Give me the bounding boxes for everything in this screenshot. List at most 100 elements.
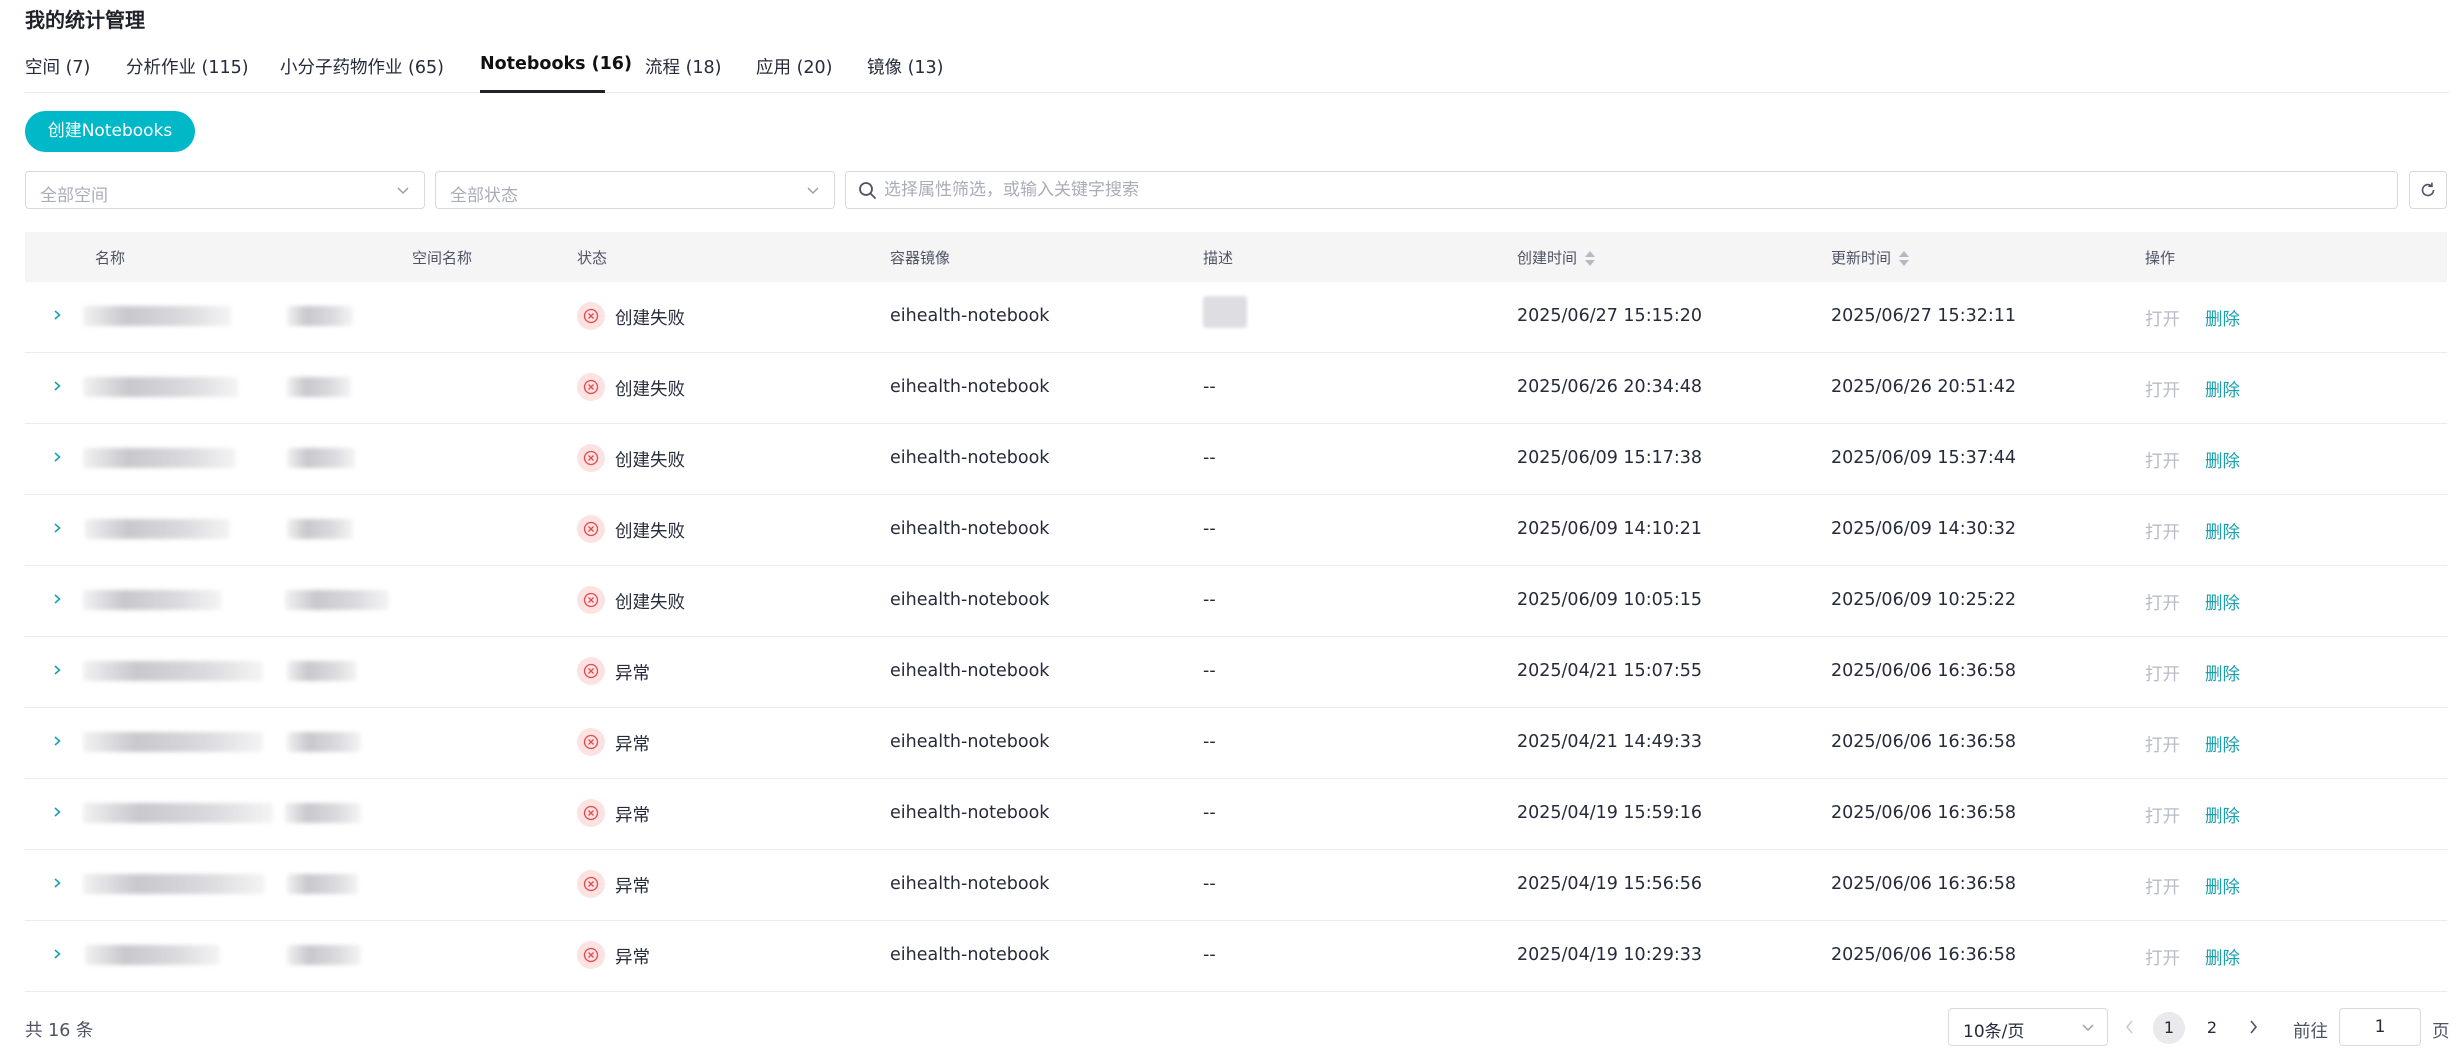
open-button[interactable]: 打开 — [2145, 803, 2180, 828]
open-button[interactable]: 打开 — [2145, 448, 2180, 473]
refresh-button[interactable] — [2409, 171, 2447, 209]
space-filter-placeholder: 全部空间 — [40, 186, 108, 206]
open-button[interactable]: 打开 — [2145, 732, 2180, 757]
updated-time-label: 更新时间 — [1831, 249, 1892, 267]
image-cell: eihealth-notebook — [890, 448, 1050, 468]
space-filter-select[interactable]: 全部空间 — [25, 171, 425, 209]
name-redacted — [85, 945, 220, 965]
page-size-select[interactable]: 10条/页 — [1948, 1008, 2108, 1046]
table-body: 创建失败 eihealth-notebook 2025/06/27 15:15:20… — [25, 282, 2447, 992]
open-button[interactable]: 打开 — [2145, 945, 2180, 970]
delete-button[interactable]: 删除 — [2205, 590, 2240, 615]
name-redacted — [83, 874, 265, 894]
created-time-cell: 2025/04/21 15:07:55 — [1517, 661, 1703, 681]
open-button[interactable]: 打开 — [2145, 874, 2180, 899]
space-name-redacted — [287, 874, 358, 894]
name-redacted — [83, 590, 221, 610]
name-redacted — [85, 519, 230, 539]
delete-button[interactable]: 删除 — [2205, 874, 2240, 899]
chevron-down-icon — [2082, 1024, 2094, 1032]
delete-button[interactable]: 删除 — [2205, 661, 2240, 686]
delete-button[interactable]: 删除 — [2205, 519, 2240, 544]
open-button[interactable]: 打开 — [2145, 590, 2180, 615]
image-cell: eihealth-notebook — [890, 803, 1050, 823]
chevron-right-icon[interactable] — [51, 876, 63, 890]
open-button[interactable]: 打开 — [2145, 377, 2180, 402]
table-row: 创建失败 eihealth-notebook 2025/06/27 15:15:20… — [25, 282, 2447, 353]
tab-applications[interactable]: 应用 (20) — [756, 54, 833, 79]
chevron-right-icon[interactable] — [51, 947, 63, 961]
search-input[interactable] — [884, 172, 2384, 208]
tab-small-molecule-jobs[interactable]: 小分子药物作业 (65) — [280, 54, 444, 79]
column-header-image: 容器镜像 — [890, 249, 951, 267]
tab-images[interactable]: 镜像 (13) — [867, 54, 944, 79]
delete-button[interactable]: 删除 — [2205, 945, 2240, 970]
tab-analysis-jobs[interactable]: 分析作业 (115) — [126, 54, 249, 79]
space-name-redacted — [287, 732, 361, 752]
open-button[interactable]: 打开 — [2145, 661, 2180, 686]
chevron-right-icon[interactable] — [51, 308, 63, 322]
created-time-cell: 2025/06/09 14:10:21 — [1517, 519, 1703, 539]
status-filter-select[interactable]: 全部状态 — [435, 171, 835, 209]
tab-spaces[interactable]: 空间 (7) — [25, 54, 90, 79]
tab-pipelines[interactable]: 流程 (18) — [645, 54, 722, 79]
chevron-right-icon[interactable] — [51, 663, 63, 677]
delete-button[interactable]: 删除 — [2205, 306, 2240, 331]
search-icon — [859, 182, 876, 199]
updated-time-cell: 2025/06/27 15:32:11 — [1831, 306, 2017, 326]
table-row: 异常 eihealth-notebook -- 2025/04/19 10:29:33… — [25, 921, 2447, 992]
active-tab-indicator — [480, 90, 605, 93]
chevron-right-icon[interactable] — [51, 592, 63, 606]
description-redacted — [1203, 296, 1247, 328]
column-header-created-time[interactable]: 创建时间 — [1517, 247, 1596, 268]
column-header-updated-time[interactable]: 更新时间 — [1831, 247, 1910, 268]
created-time-cell: 2025/06/09 10:05:15 — [1517, 590, 1703, 610]
sort-icon[interactable] — [1899, 250, 1910, 267]
name-redacted — [83, 803, 273, 823]
page-2-button[interactable]: 2 — [2196, 1012, 2228, 1044]
description-cell: -- — [1203, 874, 1216, 894]
name-redacted — [83, 306, 231, 326]
created-time-cell: 2025/04/19 10:29:33 — [1517, 945, 1703, 965]
table-row: 异常 eihealth-notebook -- 2025/04/19 15:56:56… — [25, 850, 2447, 921]
chevron-right-icon[interactable] — [51, 805, 63, 819]
chevron-right-icon[interactable] — [51, 450, 63, 464]
space-name-redacted — [285, 803, 361, 823]
name-redacted — [83, 732, 263, 752]
tab-notebooks[interactable]: Notebooks (16) — [480, 54, 632, 74]
search-box — [845, 171, 2398, 209]
open-button[interactable]: 打开 — [2145, 519, 2180, 544]
next-page-icon[interactable] — [2245, 1018, 2261, 1036]
chevron-right-icon[interactable] — [51, 734, 63, 748]
sort-icon[interactable] — [1585, 250, 1596, 267]
status-text: 异常 — [615, 877, 650, 897]
delete-button[interactable]: 删除 — [2205, 448, 2240, 473]
error-circle-icon — [577, 302, 605, 330]
prev-page-icon[interactable] — [2122, 1018, 2138, 1036]
table-row: 异常 eihealth-notebook -- 2025/04/21 15:07:55… — [25, 637, 2447, 708]
create-notebooks-button[interactable]: 创建Notebooks — [25, 111, 195, 152]
open-button[interactable]: 打开 — [2145, 306, 2180, 331]
column-header-description: 描述 — [1203, 249, 1234, 267]
created-time-cell: 2025/04/19 15:59:16 — [1517, 803, 1703, 823]
description-cell: -- — [1203, 377, 1216, 397]
table-row: 创建失败 eihealth-notebook -- 2025/06/09 10:05:… — [25, 566, 2447, 637]
chevron-right-icon[interactable] — [51, 521, 63, 535]
image-cell: eihealth-notebook — [890, 874, 1050, 894]
status-text: 创建失败 — [615, 593, 685, 613]
space-name-redacted — [287, 661, 357, 681]
chevron-right-icon[interactable] — [51, 379, 63, 393]
goto-page-input[interactable] — [2339, 1008, 2421, 1046]
delete-button[interactable]: 删除 — [2205, 377, 2240, 402]
status-text: 异常 — [615, 664, 650, 684]
description-cell: -- — [1203, 732, 1216, 752]
table-header: 名称 空间名称 状态 容器镜像 描述 创建时间 更新时间 操作 — [25, 232, 2447, 282]
page-1-button[interactable]: 1 — [2153, 1012, 2185, 1044]
created-time-cell: 2025/06/27 15:15:20 — [1517, 306, 1703, 326]
delete-button[interactable]: 删除 — [2205, 732, 2240, 757]
delete-button[interactable]: 删除 — [2205, 803, 2240, 828]
space-name-redacted — [287, 519, 353, 539]
image-cell: eihealth-notebook — [890, 519, 1050, 539]
total-count: 共 16 条 — [25, 1021, 94, 1041]
space-name-redacted — [287, 377, 351, 397]
